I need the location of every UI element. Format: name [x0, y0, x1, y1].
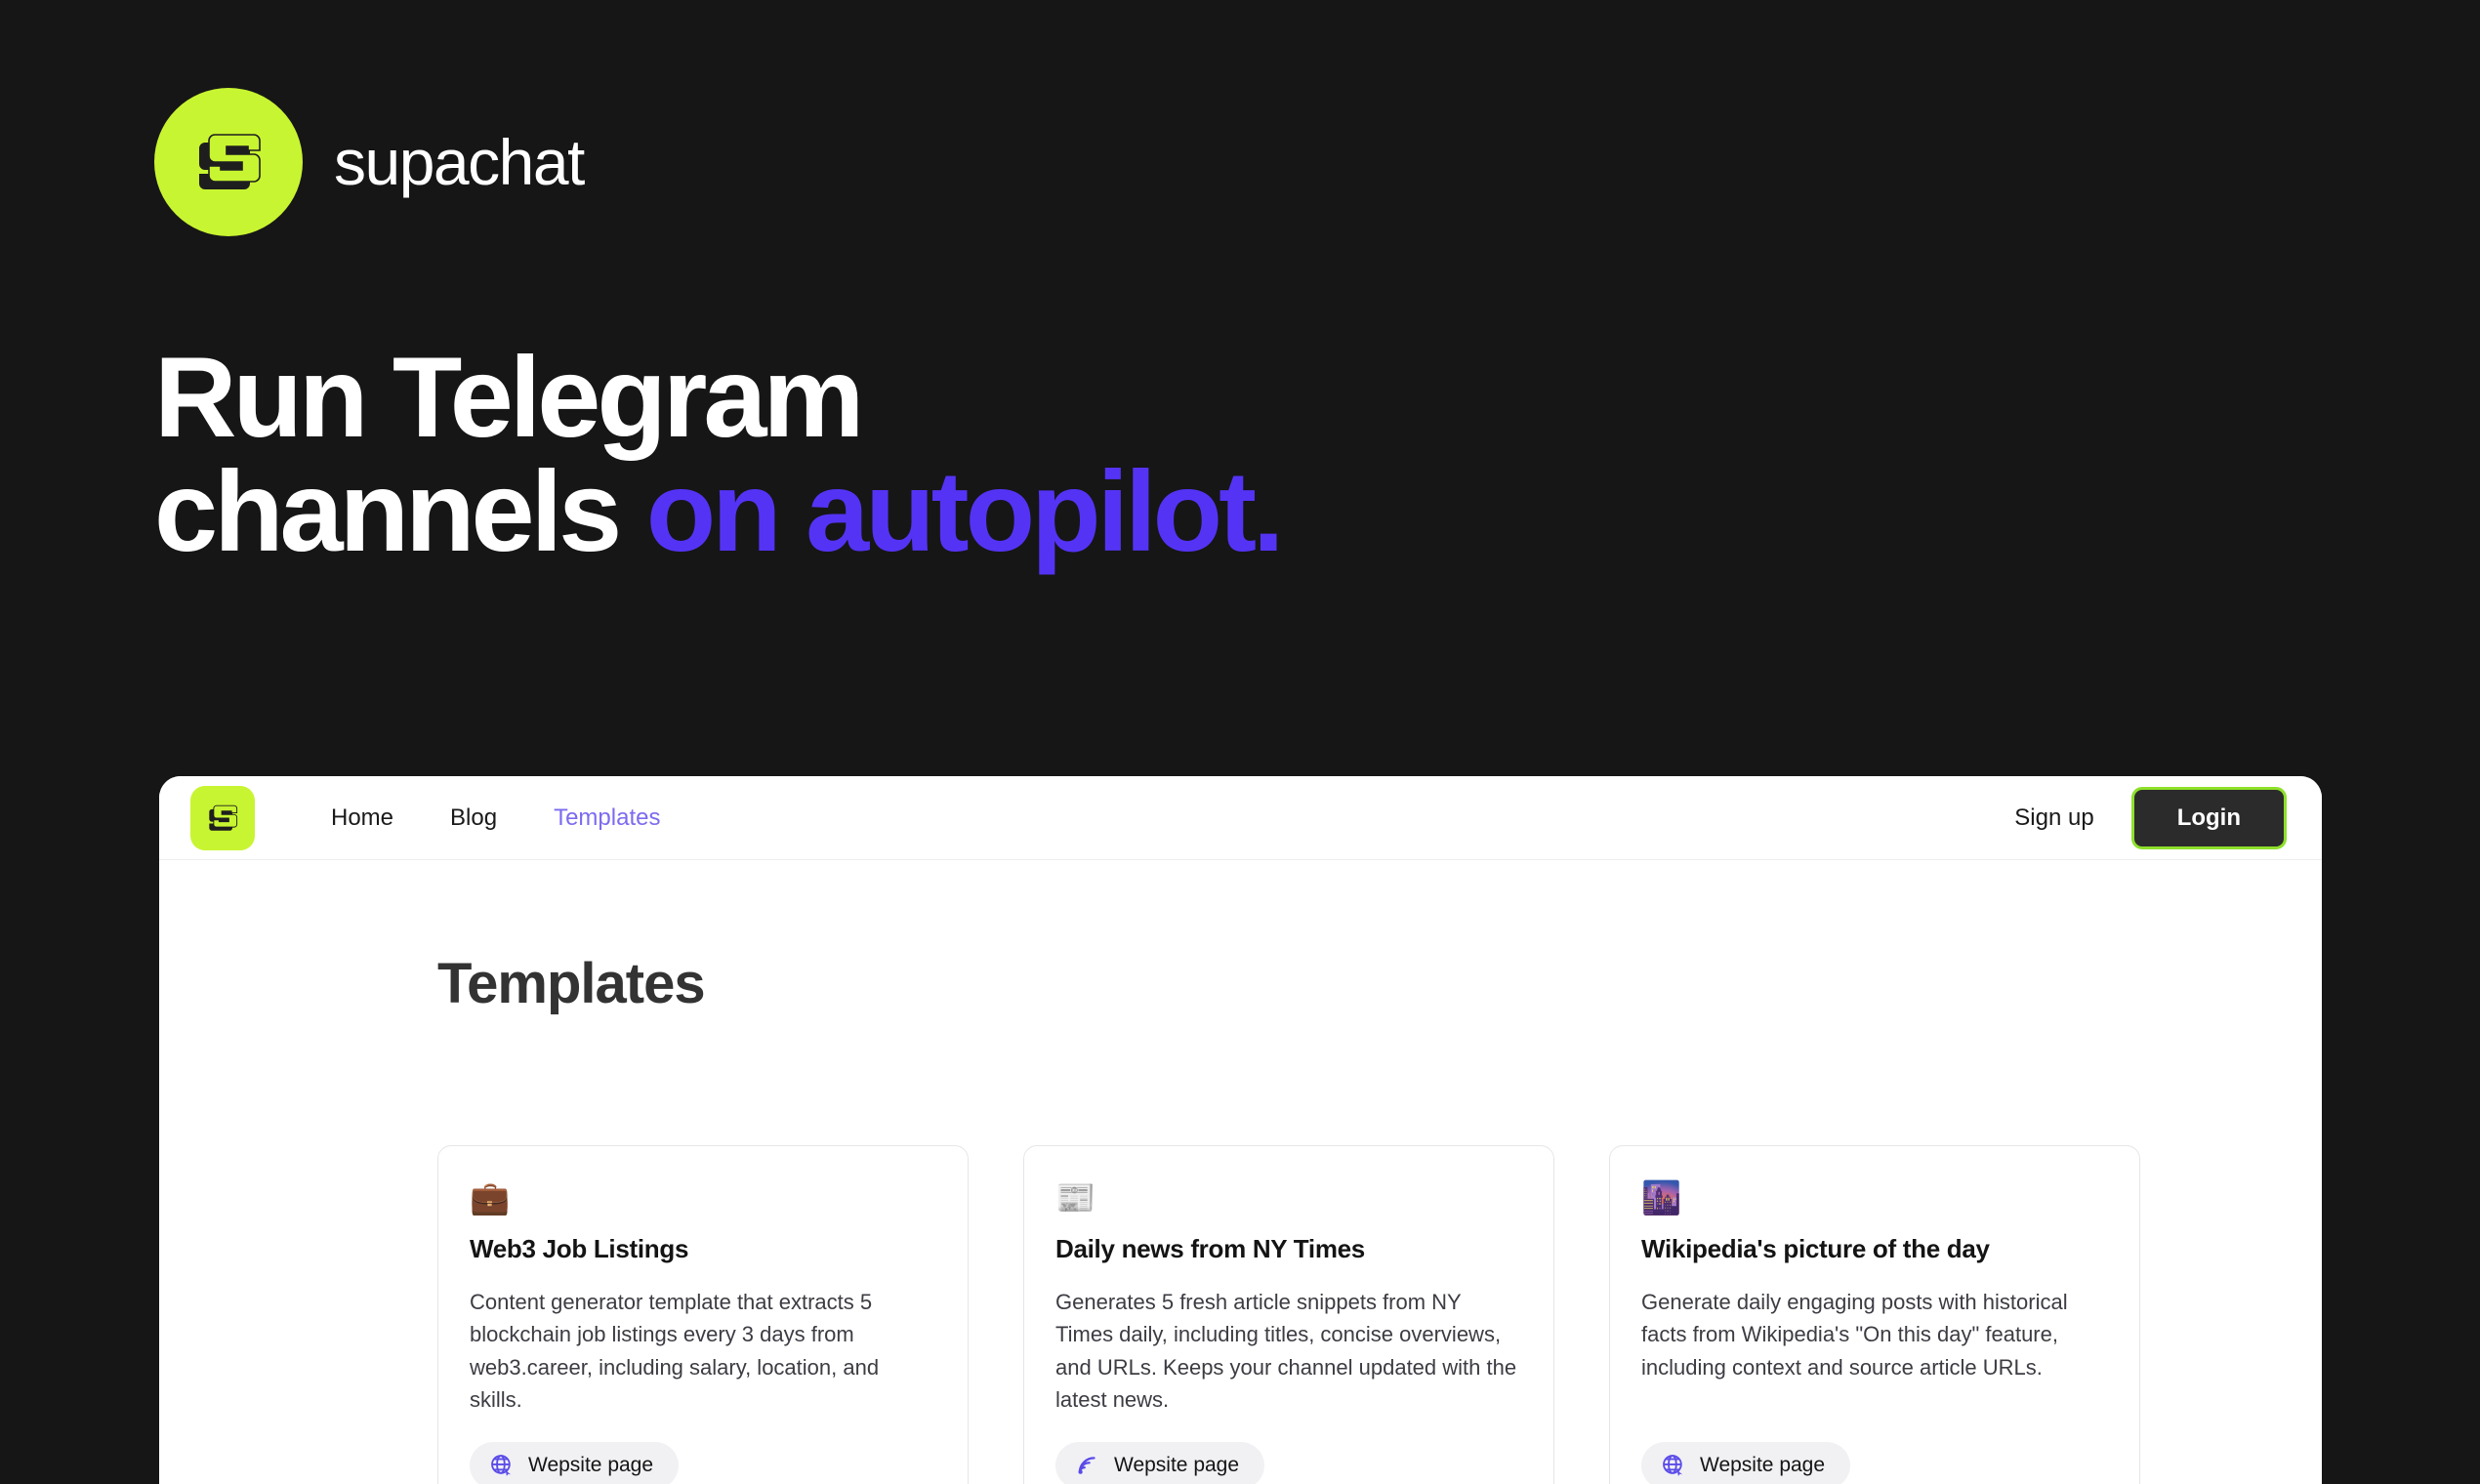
navbar-logo-icon[interactable]: [190, 785, 255, 850]
embedded-browser-window: Home Blog Templates Sign up Login Templa…: [159, 776, 2322, 1484]
site-navbar: Home Blog Templates Sign up Login: [159, 776, 2322, 860]
cityscape-dusk-emoji: 🌆: [1641, 1179, 1682, 1216]
website-page-badge[interactable]: Wepsite page: [1055, 1441, 1265, 1484]
newspaper-emoji: 📰: [1055, 1179, 1096, 1216]
page-title: Templates: [437, 952, 706, 1015]
badge-label: Wepsite page: [1700, 1453, 1826, 1476]
rss-icon: [1078, 1457, 1095, 1474]
website-page-badge[interactable]: Wepsite page: [470, 1441, 680, 1484]
hero-section: supachat Run Telegram channels on autopi…: [0, 0, 2480, 781]
template-card-title: Daily news from NY Times: [1055, 1234, 1365, 1263]
login-button[interactable]: Login: [2130, 786, 2287, 849]
website-page-badge[interactable]: Wepsite page: [1641, 1441, 1851, 1484]
supachat-logo-icon: [154, 88, 303, 236]
sign-up-link[interactable]: Sign up: [2014, 804, 2093, 832]
template-card-description: Content generator template that extracts…: [470, 1290, 880, 1413]
nav-link-blog[interactable]: Blog: [450, 804, 497, 832]
badge-label: Wepsite page: [528, 1453, 654, 1476]
template-card[interactable]: 💼 Web3 Job Listings Content generator te…: [437, 1145, 969, 1484]
headline-line-1: Run Telegram: [154, 333, 864, 461]
nav-link-home[interactable]: Home: [331, 804, 393, 832]
globe-icon: [491, 1454, 512, 1476]
hero-headline: Run Telegram channels on autopilot.: [154, 333, 1285, 568]
navbar-actions: Sign up Login: [2014, 786, 2287, 849]
headline-line-2-accent: on autopilot.: [645, 447, 1285, 575]
badge-label: Wepsite page: [1114, 1453, 1240, 1476]
globe-icon: [1663, 1454, 1683, 1476]
brand-name: supachat: [334, 126, 585, 198]
navbar-links: Home Blog Templates: [331, 804, 660, 832]
template-card-title: Wikipedia's picture of the day: [1641, 1234, 1990, 1263]
nav-link-templates[interactable]: Templates: [554, 804, 660, 832]
headline-line-2: channels on autopilot.: [154, 454, 1285, 568]
template-card-description: Generate daily engaging posts with histo…: [1641, 1290, 2068, 1380]
briefcase-emoji: 💼: [470, 1179, 511, 1216]
headline-line-2-white: channels: [154, 447, 646, 575]
template-card[interactable]: 📰 Daily news from NY Times Generates 5 f…: [1023, 1145, 1554, 1484]
templates-page: Templates 💼 Web3 Job Listings Content ge…: [159, 860, 2322, 1484]
template-card[interactable]: 🌆 Wikipedia's picture of the day Generat…: [1609, 1145, 2140, 1484]
template-card-description: Generates 5 fresh article snippets from …: [1055, 1290, 1517, 1413]
brand-lockup: supachat: [154, 88, 585, 236]
template-card-title: Web3 Job Listings: [470, 1234, 689, 1263]
templates-grid: 💼 Web3 Job Listings Content generator te…: [437, 1145, 2140, 1484]
